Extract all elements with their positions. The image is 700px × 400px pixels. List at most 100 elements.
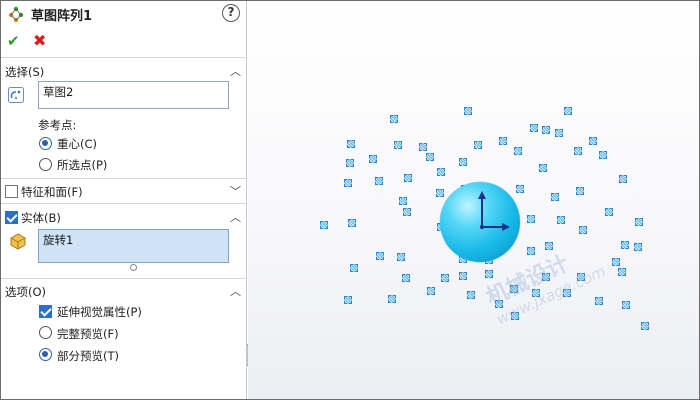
pattern-instance-marker[interactable] [343, 178, 352, 187]
centroid-radio-label[interactable]: 重心(C) [57, 136, 97, 152]
chevron-up-icon[interactable]: ︿ [230, 283, 241, 299]
panel-title: 草图阵列1 [31, 9, 93, 24]
pattern-instance-marker[interactable] [621, 300, 630, 309]
pattern-instance-marker[interactable] [538, 163, 547, 172]
pattern-instance-marker[interactable] [402, 207, 411, 216]
centroid-radio[interactable] [39, 137, 52, 150]
pattern-instance-marker[interactable] [598, 150, 607, 159]
pattern-instance-marker[interactable] [618, 174, 627, 183]
bodies-section-title[interactable]: 实体(B) [21, 210, 61, 226]
pattern-instance-marker[interactable] [554, 128, 563, 137]
pattern-instance-marker[interactable] [544, 241, 553, 250]
selection-section-header[interactable]: 选择(S) ︿ [1, 60, 247, 82]
pattern-instance-marker[interactable] [594, 296, 603, 305]
triad-axes-icon [478, 191, 510, 231]
pattern-instance-marker[interactable] [345, 158, 354, 167]
pattern-instance-marker[interactable] [418, 142, 427, 151]
pattern-instance-marker[interactable] [458, 157, 467, 166]
bodies-section-header[interactable]: 实体(B) ︿ [1, 206, 247, 228]
pattern-instance-marker[interactable] [401, 273, 410, 282]
pattern-instance-marker[interactable] [403, 173, 412, 182]
pattern-instance-marker[interactable] [375, 251, 384, 260]
pattern-instance-marker[interactable] [515, 184, 524, 193]
full-preview-label[interactable]: 完整预览(F) [57, 326, 119, 342]
selected-point-radio[interactable] [39, 158, 52, 171]
divider [1, 57, 247, 58]
pattern-instance-marker[interactable] [604, 207, 613, 216]
pattern-instance-marker[interactable] [526, 214, 535, 223]
pattern-instance-marker[interactable] [640, 321, 649, 330]
pattern-instance-marker[interactable] [389, 114, 398, 123]
pattern-instance-marker[interactable] [436, 167, 445, 176]
pattern-instance-marker[interactable] [349, 263, 358, 272]
pattern-instance-marker[interactable] [435, 188, 444, 197]
pattern-instance-marker[interactable] [463, 106, 472, 115]
pattern-instance-marker[interactable] [347, 218, 356, 227]
propagate-visual-checkbox[interactable] [39, 305, 52, 318]
pattern-instance-marker[interactable] [573, 146, 582, 155]
pattern-instance-marker[interactable] [425, 152, 434, 161]
pattern-instance-marker[interactable] [396, 252, 405, 261]
pattern-instance-marker[interactable] [393, 140, 402, 149]
cancel-x-icon[interactable]: ✖ [33, 31, 46, 50]
pattern-instance-marker[interactable] [578, 225, 587, 234]
partial-preview-label[interactable]: 部分预览(T) [57, 348, 119, 364]
sketch-selection-input[interactable]: 草图2 [38, 81, 229, 109]
chevron-down-icon[interactable]: ﹀ [230, 183, 241, 199]
bodies-list-box[interactable]: 旋转1 [38, 229, 229, 263]
partial-preview-radio[interactable] [39, 348, 52, 361]
features-faces-section-title[interactable]: 特征和面(F) [21, 184, 83, 200]
reference-point-label: 参考点: [38, 118, 77, 132]
propagate-visual-label[interactable]: 延伸视觉属性(P) [57, 304, 142, 320]
pattern-instance-marker[interactable] [440, 273, 449, 282]
pattern-instance-marker[interactable] [529, 123, 538, 132]
selection-section-title: 选择(S) [5, 65, 45, 79]
pattern-instance-marker[interactable] [556, 215, 565, 224]
pattern-instance-marker[interactable] [633, 242, 642, 251]
bodies-checkbox[interactable] [5, 211, 18, 224]
pattern-instance-marker[interactable] [588, 136, 597, 145]
chevron-up-icon[interactable]: ︿ [230, 209, 241, 225]
pattern-instance-marker[interactable] [319, 220, 328, 229]
ok-check-icon[interactable]: ✔ [7, 32, 20, 50]
sketch-selection-value: 草图2 [43, 85, 74, 99]
pattern-instance-marker[interactable] [513, 146, 522, 155]
bodies-list-item[interactable]: 旋转1 [43, 233, 73, 247]
pattern-instance-marker[interactable] [387, 294, 396, 303]
panel-titlebar: 草图阵列1 ? [1, 1, 247, 27]
pattern-instance-marker[interactable] [458, 271, 467, 280]
pattern-instance-marker[interactable] [426, 286, 435, 295]
features-faces-checkbox[interactable] [5, 185, 18, 198]
options-section-title: 选项(O) [5, 285, 47, 299]
list-resize-handle[interactable] [130, 264, 137, 271]
chevron-up-icon[interactable]: ︿ [230, 63, 241, 79]
help-icon[interactable]: ? [222, 4, 240, 22]
graphics-viewport[interactable]: 机械设计 www.jxage.com [248, 1, 699, 399]
selected-point-radio-label[interactable]: 所选点(P) [57, 157, 107, 173]
pattern-instance-marker[interactable] [473, 140, 482, 149]
pattern-instance-marker[interactable] [466, 290, 475, 299]
pattern-instance-marker[interactable] [343, 295, 352, 304]
pattern-instance-marker[interactable] [526, 246, 535, 255]
property-manager-panel: 草图阵列1 ? ✔ ✖ 选择(S) ︿ 草图2 参考点: 重心(C) 所选点(P… [1, 1, 247, 399]
options-section-header[interactable]: 选项(O) ︿ [1, 280, 247, 302]
pattern-instance-marker[interactable] [368, 154, 377, 163]
pattern-instance-marker[interactable] [620, 240, 629, 249]
pattern-instance-marker[interactable] [575, 186, 584, 195]
pattern-instance-marker[interactable] [563, 106, 572, 115]
pattern-instance-marker[interactable] [611, 257, 620, 266]
pattern-instance-marker[interactable] [634, 217, 643, 226]
pattern-instance-marker[interactable] [498, 136, 507, 145]
pattern-instance-marker[interactable] [541, 125, 550, 134]
pattern-instance-marker[interactable] [374, 176, 383, 185]
features-faces-section-header[interactable]: 特征和面(F) ﹀ [1, 180, 247, 202]
pattern-instance-marker[interactable] [617, 267, 626, 276]
pattern-instance-marker[interactable] [346, 139, 355, 148]
divider [1, 178, 247, 179]
pattern-instance-marker[interactable] [398, 196, 407, 205]
pattern-instance-marker[interactable] [484, 269, 493, 278]
solid-body-icon [10, 233, 26, 250]
divider [1, 278, 247, 279]
pattern-instance-marker[interactable] [550, 192, 559, 201]
full-preview-radio[interactable] [39, 326, 52, 339]
